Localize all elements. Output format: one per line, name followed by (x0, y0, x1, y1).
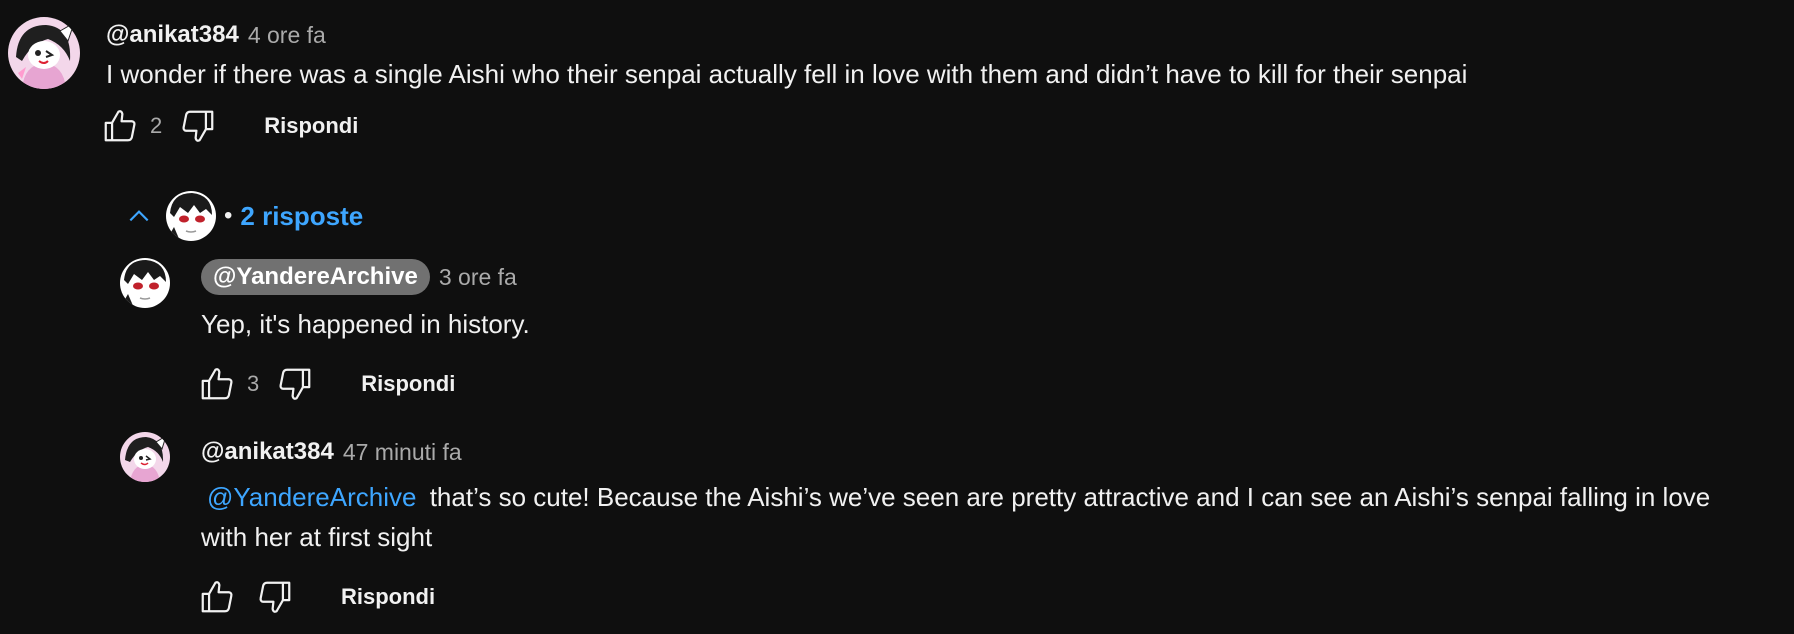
like-button[interactable] (195, 362, 239, 406)
reply-action-bar: 3 Rispondi (195, 362, 455, 406)
comment-author[interactable]: @anikat384 (106, 21, 239, 49)
reply-author[interactable]: @anikat384 (201, 438, 334, 466)
avatar[interactable] (120, 258, 170, 308)
mention-link[interactable]: @YandereArchive (201, 482, 422, 512)
avatar[interactable] (8, 17, 80, 89)
replies-count: 2 risposte (240, 200, 364, 231)
thumbs-up-icon (201, 581, 233, 613)
reply-button[interactable]: Rispondi (361, 371, 455, 397)
replies-creator-avatar (166, 191, 216, 241)
reply-action-bar: Rispondi (195, 575, 435, 619)
replies-separator: • (224, 202, 233, 229)
reply-timestamp[interactable]: 47 minuti fa (343, 439, 462, 466)
reply-button[interactable]: Rispondi (264, 113, 358, 139)
thumbs-down-icon (259, 581, 291, 613)
dislike-button[interactable] (176, 104, 220, 148)
like-count: 2 (150, 113, 163, 138)
reply-button[interactable]: Rispondi (341, 584, 435, 610)
thumbs-up-icon (201, 368, 233, 400)
reply-text-body: that’s so cute! Because the Aishi’s we’v… (201, 482, 1711, 552)
thumbs-down-icon (279, 368, 311, 400)
reply-author-owner-badge[interactable]: @YandereArchive (201, 259, 430, 295)
reply-text: @YandereArchive that’s so cute! Because … (201, 477, 1761, 557)
reply-text: Yep, it's happened in history. (201, 309, 530, 339)
dislike-button[interactable] (273, 362, 317, 406)
comment-text: I wonder if there was a single Aishi who… (106, 59, 1468, 89)
avatar[interactable] (120, 432, 170, 482)
replies-toggle[interactable]: • 2 risposte (126, 190, 363, 242)
like-count: 3 (247, 371, 260, 396)
thumbs-up-icon (104, 110, 136, 142)
comment-timestamp[interactable]: 4 ore fa (248, 22, 326, 49)
chevron-up-icon (129, 210, 149, 222)
like-button[interactable] (98, 104, 142, 148)
thumbs-down-icon (182, 110, 214, 142)
comment-action-bar: 2 Rispondi (98, 104, 358, 148)
reply-timestamp[interactable]: 3 ore fa (439, 264, 517, 291)
dislike-button[interactable] (253, 575, 297, 619)
like-button[interactable] (195, 575, 239, 619)
